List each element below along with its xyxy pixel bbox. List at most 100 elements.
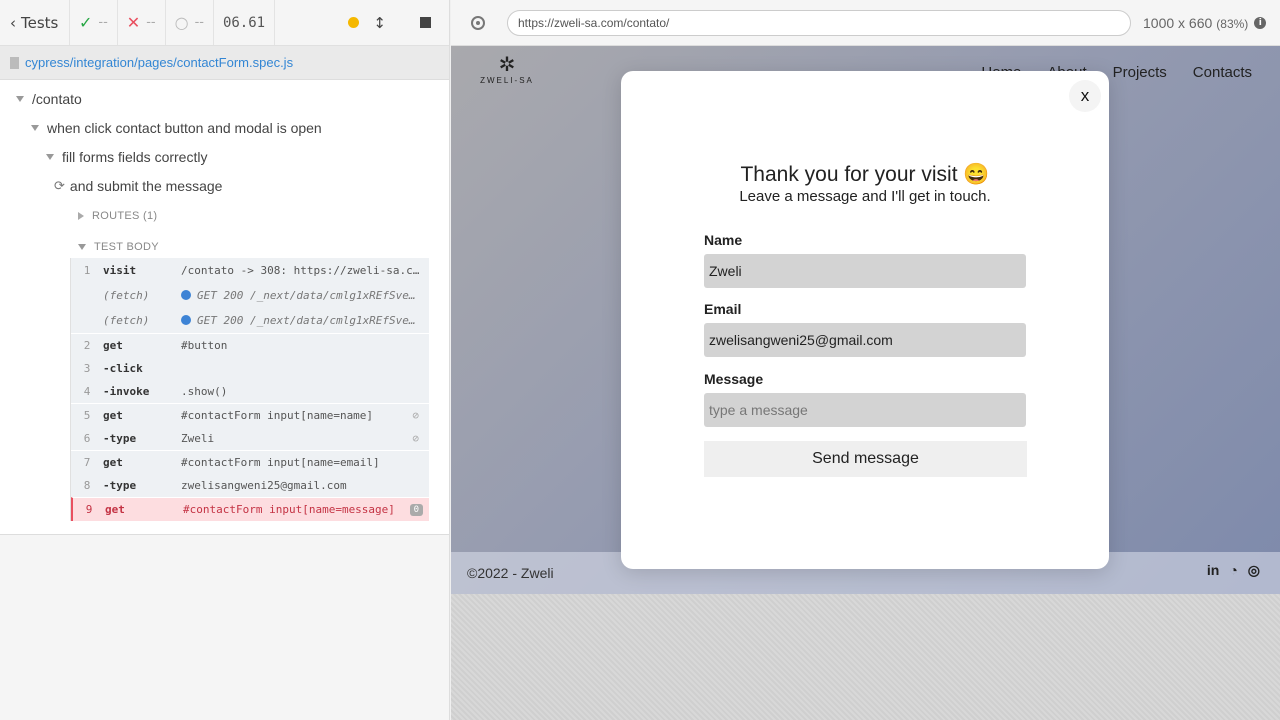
nav-projects[interactable]: Projects (1113, 64, 1167, 81)
command-number: 4 (83, 385, 91, 398)
caret-right-icon (78, 211, 84, 220)
command-row[interactable]: 4 -invoke .show() (71, 380, 429, 403)
message-label: Message (704, 371, 764, 387)
command-name: -type (103, 479, 137, 492)
command-name: get (105, 503, 125, 516)
command-row[interactable]: 6 -type Zweli ⊘ (71, 427, 429, 450)
command-number: 7 (83, 456, 91, 469)
logo-mark-icon: ✲ (498, 52, 516, 76)
command-message: .show() (181, 385, 228, 398)
command-name: get (103, 456, 123, 469)
command-number: 9 (85, 503, 93, 516)
info-icon[interactable]: i (1254, 16, 1267, 29)
command-name: -invoke (103, 385, 150, 398)
command-row[interactable]: 3 -click (71, 357, 429, 380)
nested-context-title: fill forms fields correctly (62, 148, 208, 165)
command-row[interactable]: (fetch) GET 200 /_next/data/cmlg1xREfSve… (71, 283, 429, 308)
routes-label: ROUTES (1) (92, 209, 158, 222)
command-name: (fetch) (103, 289, 150, 302)
element-count-badge: 0 (409, 503, 423, 516)
tests-label: Tests (21, 13, 59, 32)
circle-icon: ○ (174, 13, 189, 32)
command-number: 1 (83, 264, 91, 277)
site-viewport: ✲ ZWELI-SA Home About Projects Contacts … (451, 46, 1280, 594)
command-message: GET 200 /_next/data/cmlg1xREfSvePXbE6.js… (181, 289, 429, 302)
linkedin-icon[interactable]: in (1207, 562, 1219, 579)
close-button[interactable]: x (1069, 80, 1101, 112)
reporter-header: ‹ Tests ✓ -- ✕ -- ○ -- 06.61 ↕ (0, 0, 449, 46)
context-title: when click contact button and modal is o… (47, 119, 322, 136)
site-logo[interactable]: ✲ ZWELI-SA (479, 52, 535, 85)
command-log: 1 visit /contato -> 308: https://zweli-s… (70, 258, 429, 521)
auto-scroll-icon[interactable]: ↕ (373, 14, 386, 32)
instagram-icon[interactable]: ◎ (1248, 562, 1260, 579)
command-message: #contactForm input[name=name] (181, 409, 374, 422)
fetch-message: GET 200 /_next/data/cmlg1xREfSvePXbE6.js… (197, 289, 429, 302)
viewport-info: 1000 x 660 (83%) (1143, 15, 1248, 31)
command-row-failing[interactable]: 9 get #contactForm input[name=message] 0 (71, 497, 429, 521)
empty-viewport-area (451, 594, 1280, 720)
command-number: 2 (83, 339, 91, 352)
eye-slash-icon: ⊘ (412, 409, 419, 422)
message-input[interactable]: type a message (704, 393, 1026, 427)
social-links: in ◔ ◎ (1207, 562, 1260, 579)
command-message: #contactForm input[name=email] (181, 456, 380, 469)
stop-icon[interactable] (420, 17, 431, 28)
viewport-scale: (83%) (1216, 16, 1249, 31)
refresh-icon: ⟳ (54, 177, 65, 193)
email-field-group: Email zwelisangweni25@gmail.com (704, 301, 1026, 357)
command-message: /contato -> 308: https://zweli-sa.com/co… (181, 264, 429, 277)
name-field-group: Name Zweli (704, 232, 1026, 288)
url-bar[interactable]: https://zweli-sa.com/contato/ (507, 9, 1131, 36)
command-name: visit (103, 264, 137, 277)
check-icon: ✓ (79, 13, 93, 32)
command-row[interactable]: 7 get #contactForm input[name=email] (71, 450, 429, 474)
back-to-tests-button[interactable]: ‹ Tests (0, 0, 70, 45)
pending-stat: ○ -- (166, 0, 214, 45)
command-row[interactable]: 1 visit /contato -> 308: https://zweli-s… (71, 258, 429, 283)
nested-context-node[interactable]: fill forms fields correctly (0, 142, 449, 171)
suite-node[interactable]: /contato (0, 84, 449, 113)
x-icon: ✕ (126, 13, 141, 32)
failed-stat: ✕ -- (118, 0, 166, 45)
command-name: get (103, 339, 123, 352)
email-input[interactable]: zwelisangweni25@gmail.com (704, 323, 1026, 357)
viewport-size: 1000 x 660 (1143, 14, 1213, 31)
command-row[interactable]: 5 get #contactForm input[name=name] ⊘ (71, 403, 429, 427)
app-under-test-panel: https://zweli-sa.com/contato/ 1000 x 660… (451, 0, 1280, 720)
message-field-group: Message type a message (704, 371, 1026, 427)
github-icon[interactable]: ◔ (1229, 562, 1237, 579)
failed-count: -- (146, 15, 156, 30)
cypress-reporter: ‹ Tests ✓ -- ✕ -- ○ -- 06.61 ↕ cypress/i… (0, 0, 450, 720)
command-number: 3 (83, 362, 91, 375)
spec-path-link[interactable]: cypress/integration/pages/contactForm.sp… (25, 55, 293, 70)
caret-down-icon (78, 243, 86, 250)
test-title: and submit the message (69, 177, 223, 194)
network-dot-icon (181, 290, 191, 300)
name-input[interactable]: Zweli (704, 254, 1026, 288)
command-row[interactable]: 8 -type zwelisangweni25@gmail.com (71, 474, 429, 497)
command-number: 5 (83, 409, 91, 422)
selector-playground-icon[interactable] (471, 15, 485, 30)
send-message-button[interactable]: Send message (704, 441, 1027, 477)
name-label: Name (704, 232, 743, 248)
passed-count: -- (98, 15, 108, 30)
nav-contacts[interactable]: Contacts (1193, 64, 1252, 81)
eye-slash-icon: ⊘ (412, 432, 419, 445)
pending-count: -- (194, 15, 204, 30)
command-row[interactable]: 2 get #button (71, 333, 429, 357)
passed-stat: ✓ -- (70, 0, 118, 45)
running-status-icon (348, 17, 360, 28)
test-body-label: TEST BODY (94, 240, 159, 253)
email-label: Email (704, 301, 742, 317)
modal-title: Thank you for your visit 😄 (740, 163, 990, 186)
command-message: zwelisangweni25@gmail.com (181, 479, 347, 492)
command-row[interactable]: (fetch) GET 200 /_next/data/cmlg1xREfSve… (71, 308, 429, 333)
suite-title: /contato (32, 90, 82, 107)
modal-subtitle: Leave a message and I'll get in touch. (739, 188, 991, 205)
fetch-message: GET 200 /_next/data/cmlg1xREfSvePXbE6.js… (197, 314, 429, 327)
routes-section[interactable]: ROUTES (1) (0, 200, 449, 231)
file-icon (10, 56, 19, 69)
test-node[interactable]: ⟳ and submit the message (0, 171, 449, 200)
context-node[interactable]: when click contact button and modal is o… (0, 113, 449, 142)
